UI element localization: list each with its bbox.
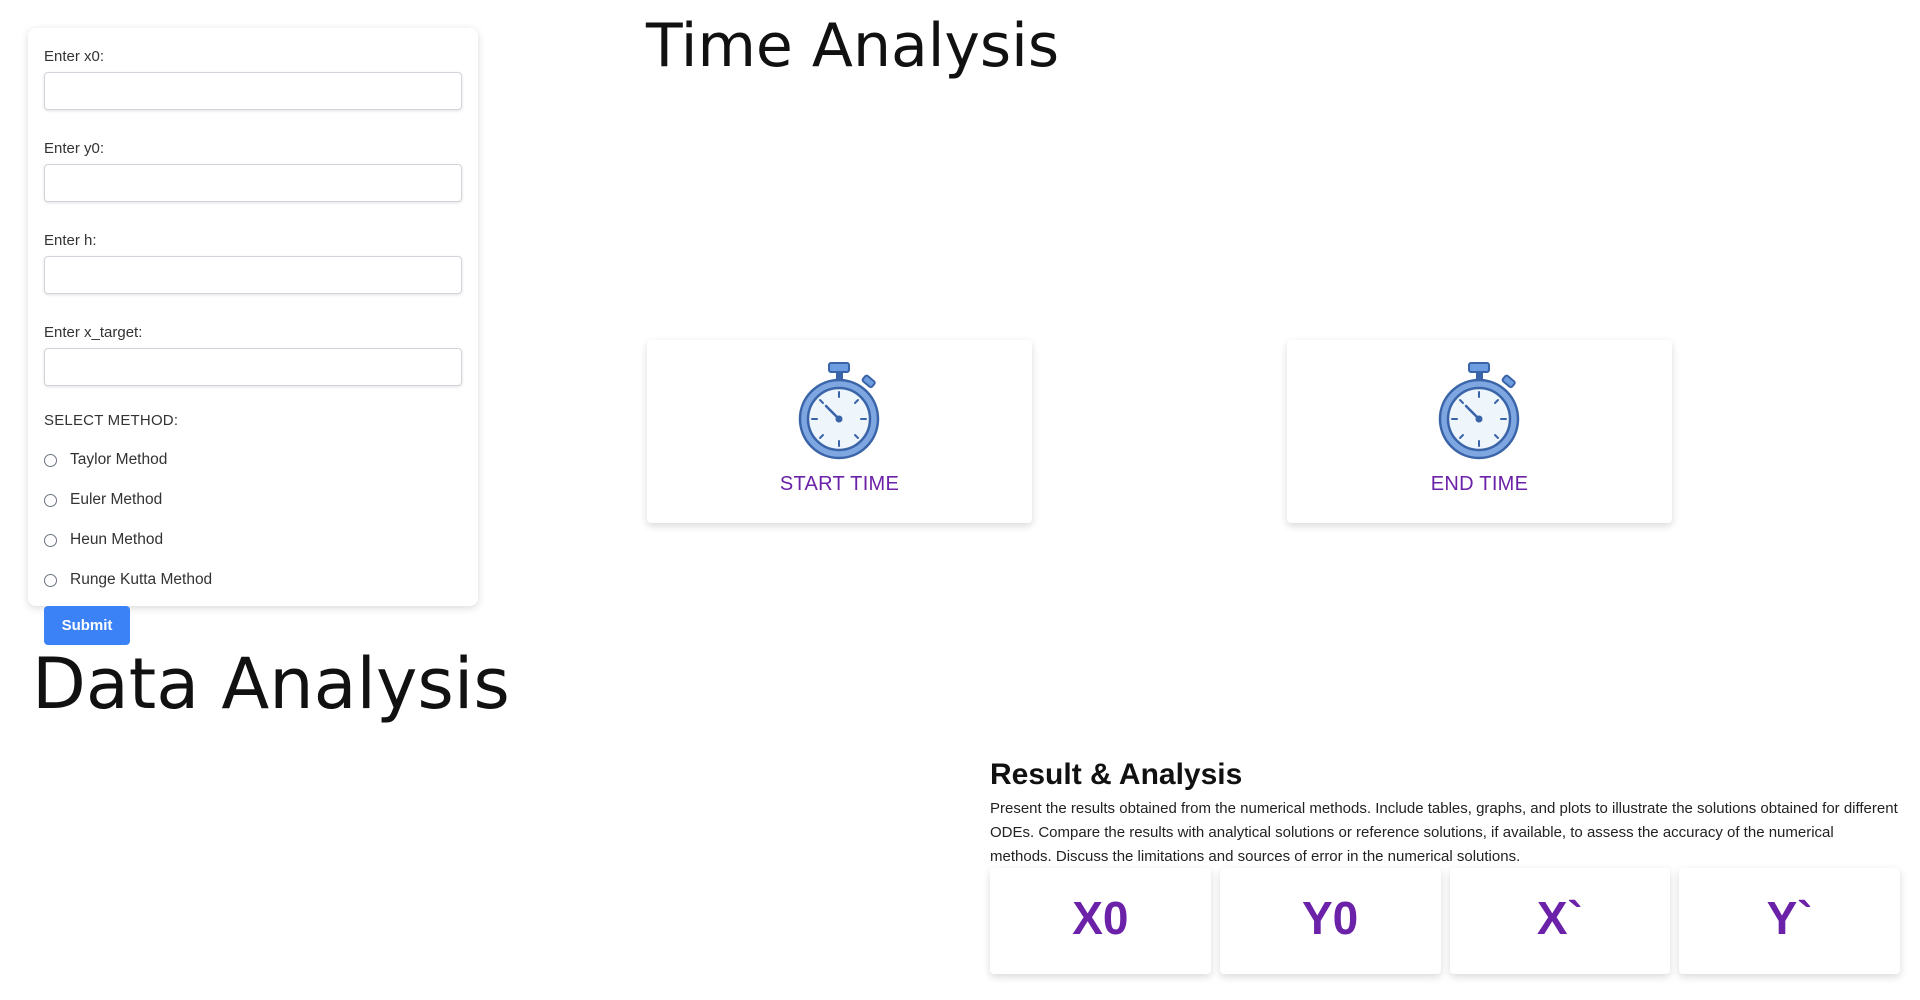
runge-kutta-radio[interactable] <box>44 573 57 587</box>
start-time-card[interactable]: START TIME <box>647 340 1032 523</box>
result-cards-row: X0 Y0 X` Y` <box>990 868 1900 974</box>
euler-label: Euler Method <box>70 491 163 508</box>
y0-label: Enter y0: <box>44 140 105 157</box>
method-option-taylor[interactable]: Taylor Method <box>44 440 462 480</box>
result-card-y0: Y0 <box>1219 868 1441 974</box>
time-analysis-title: Time Analysis <box>646 11 1060 81</box>
data-analysis-title: Data Analysis <box>32 643 510 725</box>
result-card-x-prime: X` <box>1449 868 1671 974</box>
x0-label: Enter x0: <box>44 48 105 65</box>
result-analysis-description: Present the results obtained from the nu… <box>990 800 1898 865</box>
taylor-label: Taylor Method <box>70 451 168 468</box>
method-option-heun[interactable]: Heun Method <box>44 520 462 560</box>
start-time-label: START TIME <box>779 473 900 495</box>
method-option-runge-kutta[interactable]: Runge Kutta Method <box>44 560 462 600</box>
heun-label: Heun Method <box>70 531 164 548</box>
result-analysis-title: Result & Analysis <box>990 758 1243 791</box>
input-form-card: Enter x0: Enter y0: Enter h: Enter x_tar… <box>28 28 478 645</box>
end-time-card[interactable]: END TIME <box>1287 340 1672 523</box>
taylor-radio[interactable] <box>44 453 57 467</box>
x-target-input[interactable] <box>44 348 462 386</box>
x0-input[interactable] <box>44 72 462 110</box>
h-input[interactable] <box>44 256 462 294</box>
result-analysis-section: Result & Analysis Present the results ob… <box>990 757 1898 869</box>
x-target-label: Enter x_target: <box>44 324 143 341</box>
method-option-euler[interactable]: Euler Method <box>44 480 462 520</box>
h-label: Enter h: <box>44 232 97 249</box>
submit-button[interactable]: Submit <box>44 606 130 645</box>
stopwatch-icon <box>798 362 880 460</box>
heun-radio[interactable] <box>44 533 57 547</box>
result-card-y-prime: Y` <box>1679 868 1900 974</box>
euler-radio[interactable] <box>44 493 57 507</box>
y0-input[interactable] <box>44 164 462 202</box>
runge-kutta-label: Runge Kutta Method <box>70 571 213 588</box>
stopwatch-icon <box>1438 362 1520 460</box>
result-card-x0: X0 <box>990 868 1211 974</box>
select-method-heading: SELECT METHOD: <box>44 412 179 429</box>
end-time-label: END TIME <box>1430 473 1529 495</box>
